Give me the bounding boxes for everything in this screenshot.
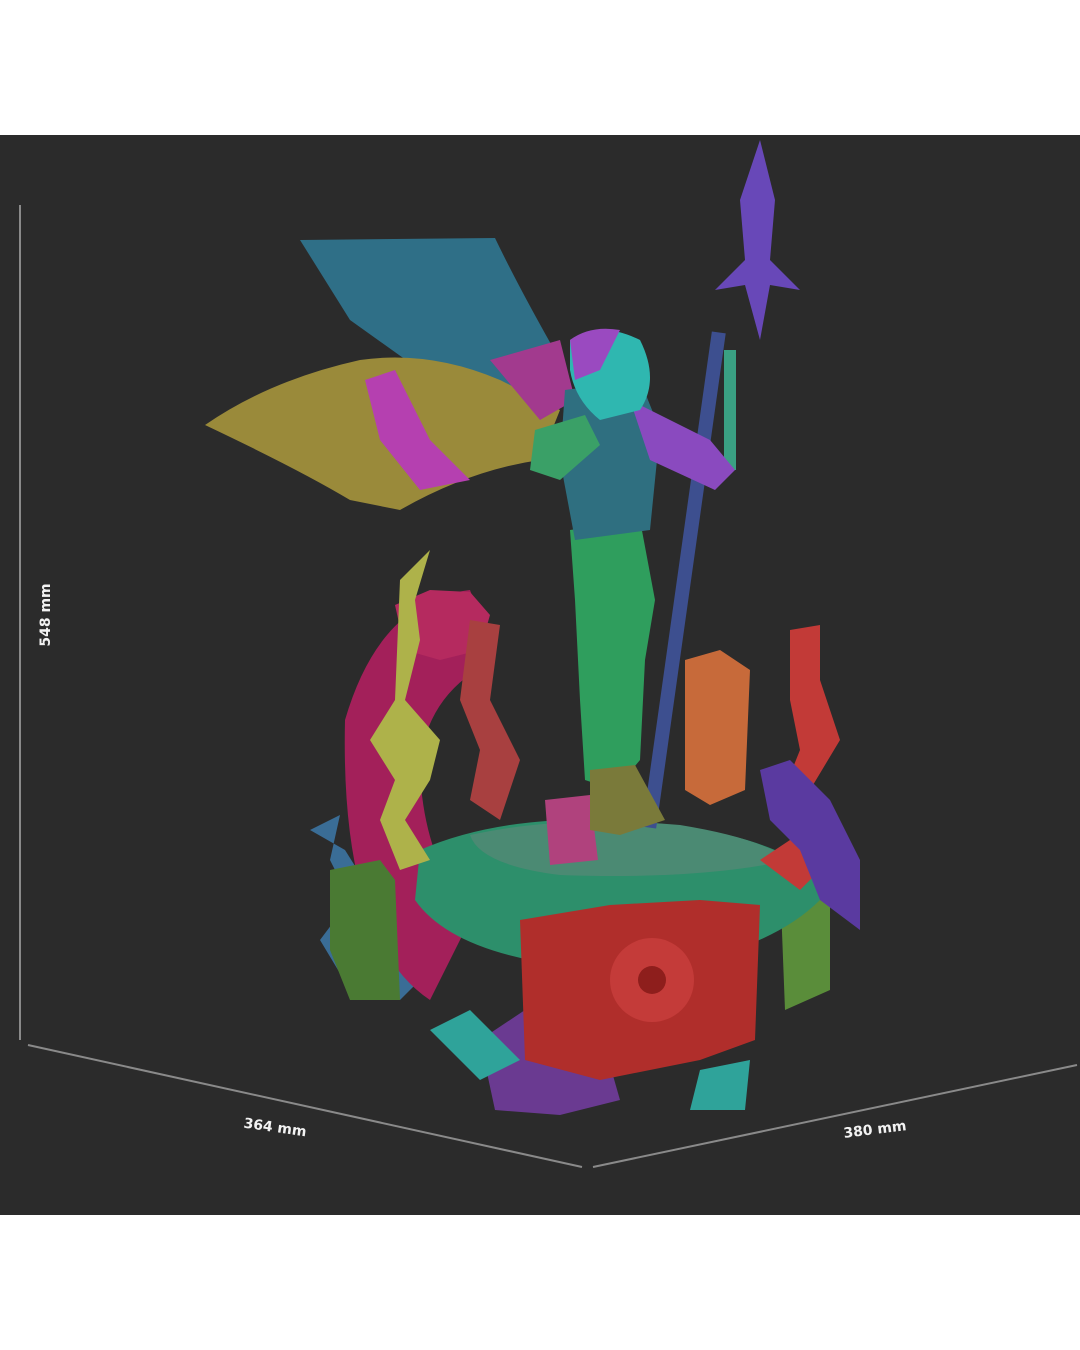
spear-head [715, 140, 800, 340]
sun-eye [638, 966, 666, 994]
spear-grip [724, 350, 736, 470]
orange-pillar [685, 650, 750, 805]
width-dimension-line [592, 1064, 1078, 1168]
red-lightning-left [460, 620, 520, 820]
figure-pants [570, 520, 655, 790]
statue-render [19, 140, 1078, 1168]
height-dimension-label: 548 mm [38, 583, 54, 647]
green-block [330, 860, 400, 1000]
